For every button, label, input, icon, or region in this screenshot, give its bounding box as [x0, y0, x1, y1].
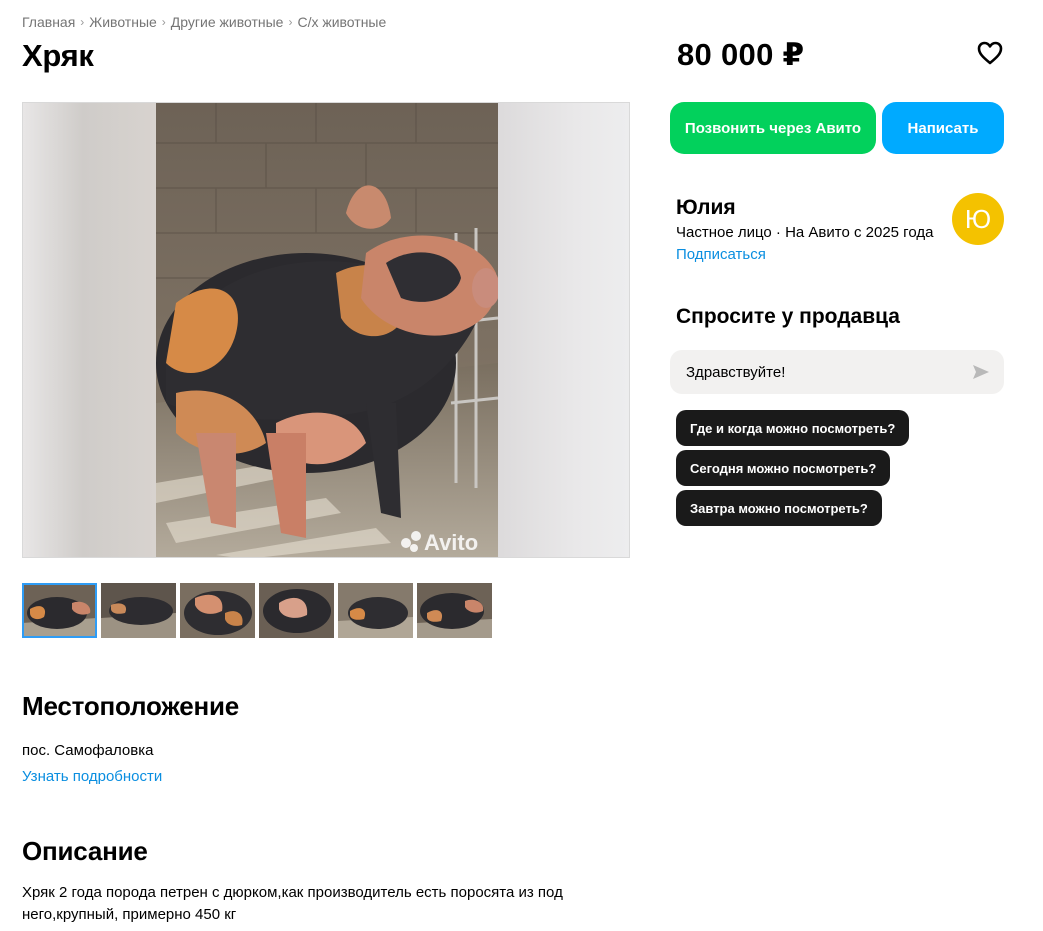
main-photo[interactable]: Avito — [22, 102, 630, 558]
breadcrumb-item-animals[interactable]: Животные — [89, 14, 157, 30]
description-text: Хряк 2 года порода петрен с дюрком,как п… — [22, 884, 563, 923]
thumbnail-6[interactable] — [417, 583, 492, 638]
location-address: пос. Самофаловка — [22, 742, 154, 759]
page-title: Хряк — [22, 38, 94, 73]
favorite-button[interactable] — [975, 38, 1005, 68]
quick-question-chip[interactable]: Сегодня можно посмотреть? — [676, 450, 891, 486]
breadcrumb-item-home[interactable]: Главная — [22, 14, 75, 30]
chevron-right-icon: › — [161, 15, 166, 29]
avito-watermark: Avito — [424, 530, 478, 555]
thumbnail-1[interactable] — [22, 583, 97, 638]
chevron-right-icon: › — [288, 15, 293, 29]
description-heading: Описание — [22, 836, 148, 866]
thumbnail-4[interactable] — [259, 583, 334, 638]
thumbnail-3[interactable] — [180, 583, 255, 638]
breadcrumb: Главная › Животные › Другие животные › С… — [22, 14, 386, 30]
send-button[interactable] — [970, 361, 992, 383]
thumbnail-2[interactable] — [101, 583, 176, 638]
send-icon — [973, 365, 989, 379]
seller-name[interactable]: Юлия — [676, 196, 736, 220]
location-heading: Местоположение — [22, 691, 240, 721]
avatar[interactable]: Ю — [952, 193, 1004, 245]
photo-blur-left — [23, 103, 156, 557]
heart-icon — [977, 41, 1003, 65]
write-button[interactable]: Написать — [882, 102, 1004, 154]
listing-price: 80 000 ₽ — [677, 37, 805, 72]
seller-info: Частное лицо · На Авито с 2025 года — [676, 224, 934, 241]
message-box — [670, 350, 1004, 394]
breadcrumb-item-other-animals[interactable]: Другие животные — [171, 14, 284, 30]
call-button[interactable]: Позвонить через Авито — [670, 102, 876, 154]
thumbnail-5[interactable] — [338, 583, 413, 638]
subscribe-link[interactable]: Подписаться — [676, 246, 766, 263]
thumbnail-strip — [22, 583, 492, 638]
ask-seller-heading: Спросите у продавца — [676, 305, 900, 328]
chevron-right-icon: › — [80, 15, 85, 29]
location-details-link[interactable]: Узнать подробности — [22, 768, 162, 785]
photo-blur-right — [496, 103, 629, 557]
breadcrumb-item-farm-animals[interactable]: С/х животные — [297, 14, 386, 30]
pig-photo: Avito — [156, 103, 498, 557]
quick-question-chip[interactable]: Завтра можно посмотреть? — [676, 490, 882, 526]
message-input[interactable] — [686, 363, 970, 381]
quick-question-chip[interactable]: Где и когда можно посмотреть? — [676, 410, 910, 446]
